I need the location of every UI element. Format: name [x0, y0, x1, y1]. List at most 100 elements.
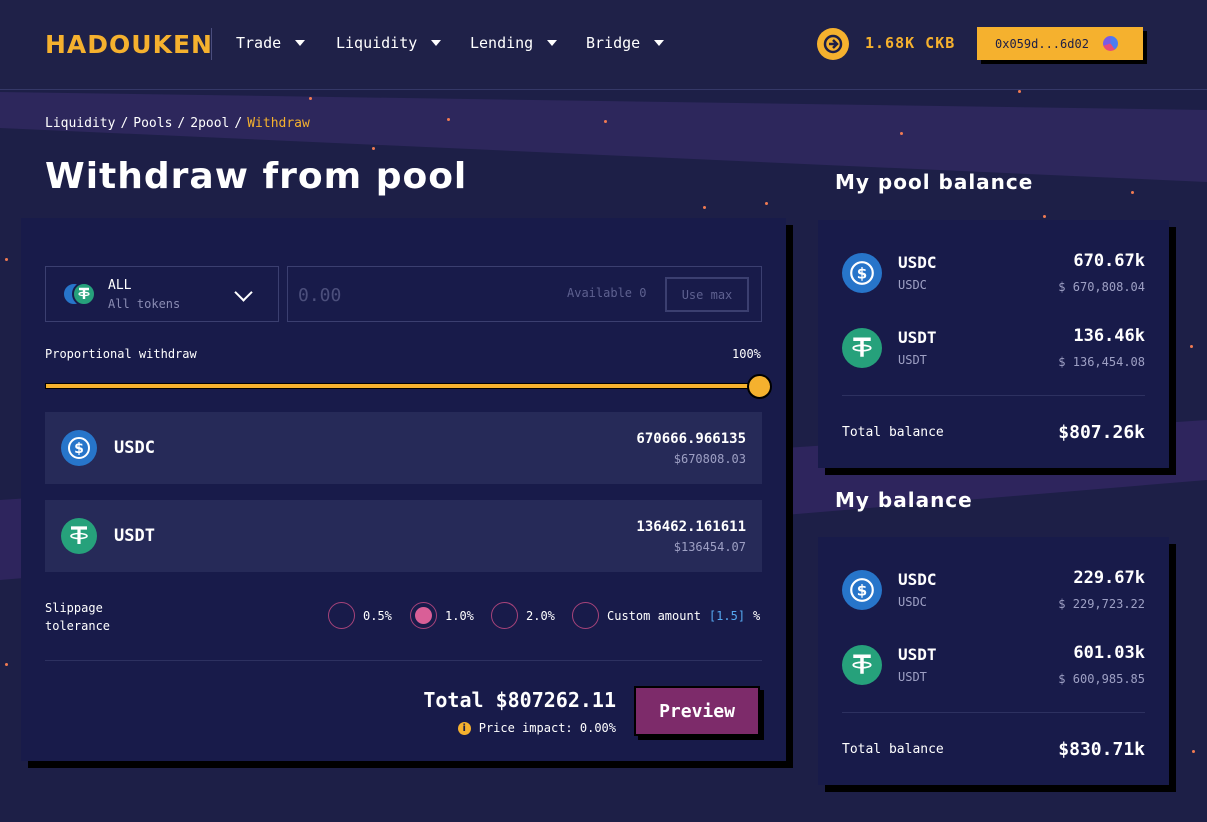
my-balance-row-usdc: $ USDC USDC 229.67k $ 229,723.22 [842, 565, 1145, 615]
svg-text:$: $ [857, 581, 867, 599]
price-impact-text: Price impact: 0.00% [478, 721, 616, 735]
nav-liquidity[interactable]: Liquidity [336, 34, 442, 52]
token-symbol: USDC [114, 438, 155, 458]
usdc-icon: $ [842, 253, 882, 293]
section-divider [842, 395, 1145, 396]
token-symbol: USDT [898, 328, 937, 347]
breadcrumb-current: Withdraw [247, 116, 310, 131]
chevron-down-icon [234, 283, 253, 302]
total-balance-value: $807.26k [1058, 422, 1145, 443]
available-balance: Available 0 [567, 286, 647, 300]
slippage-label-line: tolerance [45, 619, 111, 633]
usdt-icon [842, 645, 882, 685]
token-subtitle: USDT [898, 670, 927, 684]
token-symbol: USDT [898, 645, 937, 664]
token-usd-value: $ 670,808.04 [1058, 280, 1145, 294]
radio-button[interactable] [572, 602, 599, 629]
app-logo[interactable]: HADOUKEN [45, 30, 213, 59]
token-symbol: USDC [898, 253, 937, 272]
my-balance-row-usdt: USDT USDT 601.03k $ 600,985.85 [842, 640, 1145, 690]
pool-balance-row-usdt: USDT USDT 136.46k $ 136,454.08 [842, 323, 1145, 373]
chevron-down-icon [431, 40, 442, 46]
custom-amount-input[interactable]: [1.5] [709, 609, 745, 623]
token-symbol: USDT [114, 526, 155, 546]
usdc-icon: $ [61, 430, 97, 466]
withdraw-slider-track[interactable] [45, 383, 760, 389]
token-subtitle: USDC [898, 278, 927, 292]
ckb-balance: 1.68K CKB [865, 34, 956, 52]
total-balance-value: $830.71k [1058, 739, 1145, 760]
amount-input[interactable] [298, 281, 538, 309]
nav-trade-label: Trade [236, 34, 282, 52]
info-icon: i [457, 721, 471, 735]
wallet-address: 0x059d...6d02 [995, 36, 1089, 51]
page-title: Withdraw from pool [45, 156, 468, 197]
usdt-icon [72, 282, 96, 306]
token-usd-value: $ 136,454.08 [1058, 355, 1145, 369]
radio-button[interactable] [328, 602, 355, 629]
token-stack-icon [62, 282, 98, 306]
wallet-avatar-icon [1102, 36, 1118, 51]
usdt-icon [842, 328, 882, 368]
slippage-option-1-0[interactable]: 1.0% [410, 602, 474, 629]
slippage-option-label: 0.5% [363, 608, 392, 623]
proportional-withdraw-label: Proportional withdraw [45, 347, 197, 361]
withdraw-slider-thumb[interactable] [747, 374, 772, 399]
breadcrumb-liquidity[interactable]: Liquidity [45, 116, 115, 131]
my-balance-card: $ USDC USDC 229.67k $ 229,723.22 USDT US… [818, 537, 1169, 785]
ckb-token-icon [817, 28, 849, 60]
breadcrumb-separator: / [234, 116, 243, 131]
slippage-option-2-0[interactable]: 2.0% [491, 602, 555, 629]
custom-amount-label: Custom amount [607, 608, 701, 623]
token-subtitle: USDC [898, 595, 927, 609]
logo-divider [211, 28, 212, 60]
top-nav-bar: HADOUKEN Trade Liquidity Lending Bridge … [0, 0, 1207, 90]
chevron-down-icon [654, 40, 665, 46]
token-usd-value: $670808.03 [673, 452, 746, 466]
pool-balance-row-usdc: $ USDC USDC 670.67k $ 670,808.04 [842, 248, 1145, 298]
use-max-button[interactable]: Use max [665, 277, 749, 312]
total-balance-label: Total balance [842, 425, 944, 440]
nav-trade[interactable]: Trade [236, 34, 306, 52]
slippage-option-label: 2.0% [526, 608, 555, 623]
token-select-label: ALL [108, 277, 132, 293]
usdt-icon [61, 518, 97, 554]
price-impact: i Price impact: 0.00% [457, 721, 616, 735]
wallet-button[interactable]: 0x059d...6d02 [977, 27, 1143, 60]
token-select-sublabel: All tokens [108, 296, 181, 311]
token-usd-value: $136454.07 [673, 540, 746, 554]
token-balance: 136.46k [1073, 326, 1145, 346]
custom-amount-unit: % [753, 608, 761, 623]
total-balance-label: Total balance [842, 742, 944, 757]
proportional-withdraw-percent: 100% [732, 347, 761, 361]
slippage-option-0-5[interactable]: 0.5% [328, 602, 392, 629]
withdraw-token-row-usdt: USDT 136462.161611 $136454.07 [45, 500, 762, 572]
withdraw-total: Total $807262.11 [423, 688, 616, 712]
token-usd-value: $ 229,723.22 [1058, 597, 1145, 611]
breadcrumb: Liquidity / Pools / 2pool / Withdraw [45, 116, 310, 131]
token-select-dropdown[interactable]: ALL All tokens [45, 266, 279, 322]
slippage-option-custom[interactable]: Custom amount [1.5] % [572, 602, 760, 629]
withdraw-card: ALL All tokens Available 0 Use max Propo… [21, 218, 786, 761]
chevron-down-icon [547, 40, 558, 46]
breadcrumb-separator: / [177, 116, 186, 131]
token-amount: 136462.161611 [636, 519, 746, 535]
nav-lending[interactable]: Lending [470, 34, 558, 52]
token-symbol: USDC [898, 570, 937, 589]
slippage-option-label: 1.0% [445, 608, 474, 623]
radio-button[interactable] [491, 602, 518, 629]
breadcrumb-2pool[interactable]: 2pool [190, 116, 229, 131]
breadcrumb-pools[interactable]: Pools [133, 116, 172, 131]
token-subtitle: USDT [898, 353, 927, 367]
nav-lending-label: Lending [470, 34, 534, 52]
svg-text:$: $ [857, 264, 867, 282]
breadcrumb-separator: / [120, 116, 129, 131]
nav-bridge[interactable]: Bridge [586, 34, 665, 52]
svg-text:$: $ [74, 441, 84, 457]
radio-button-selected[interactable] [410, 602, 437, 629]
withdraw-token-row-usdc: $ USDC 670666.966135 $670808.03 [45, 412, 762, 484]
nav-liquidity-label: Liquidity [336, 34, 418, 52]
slippage-label: Slippage tolerance [45, 599, 110, 635]
token-balance: 229.67k [1073, 568, 1145, 588]
preview-button[interactable]: Preview [634, 686, 760, 736]
